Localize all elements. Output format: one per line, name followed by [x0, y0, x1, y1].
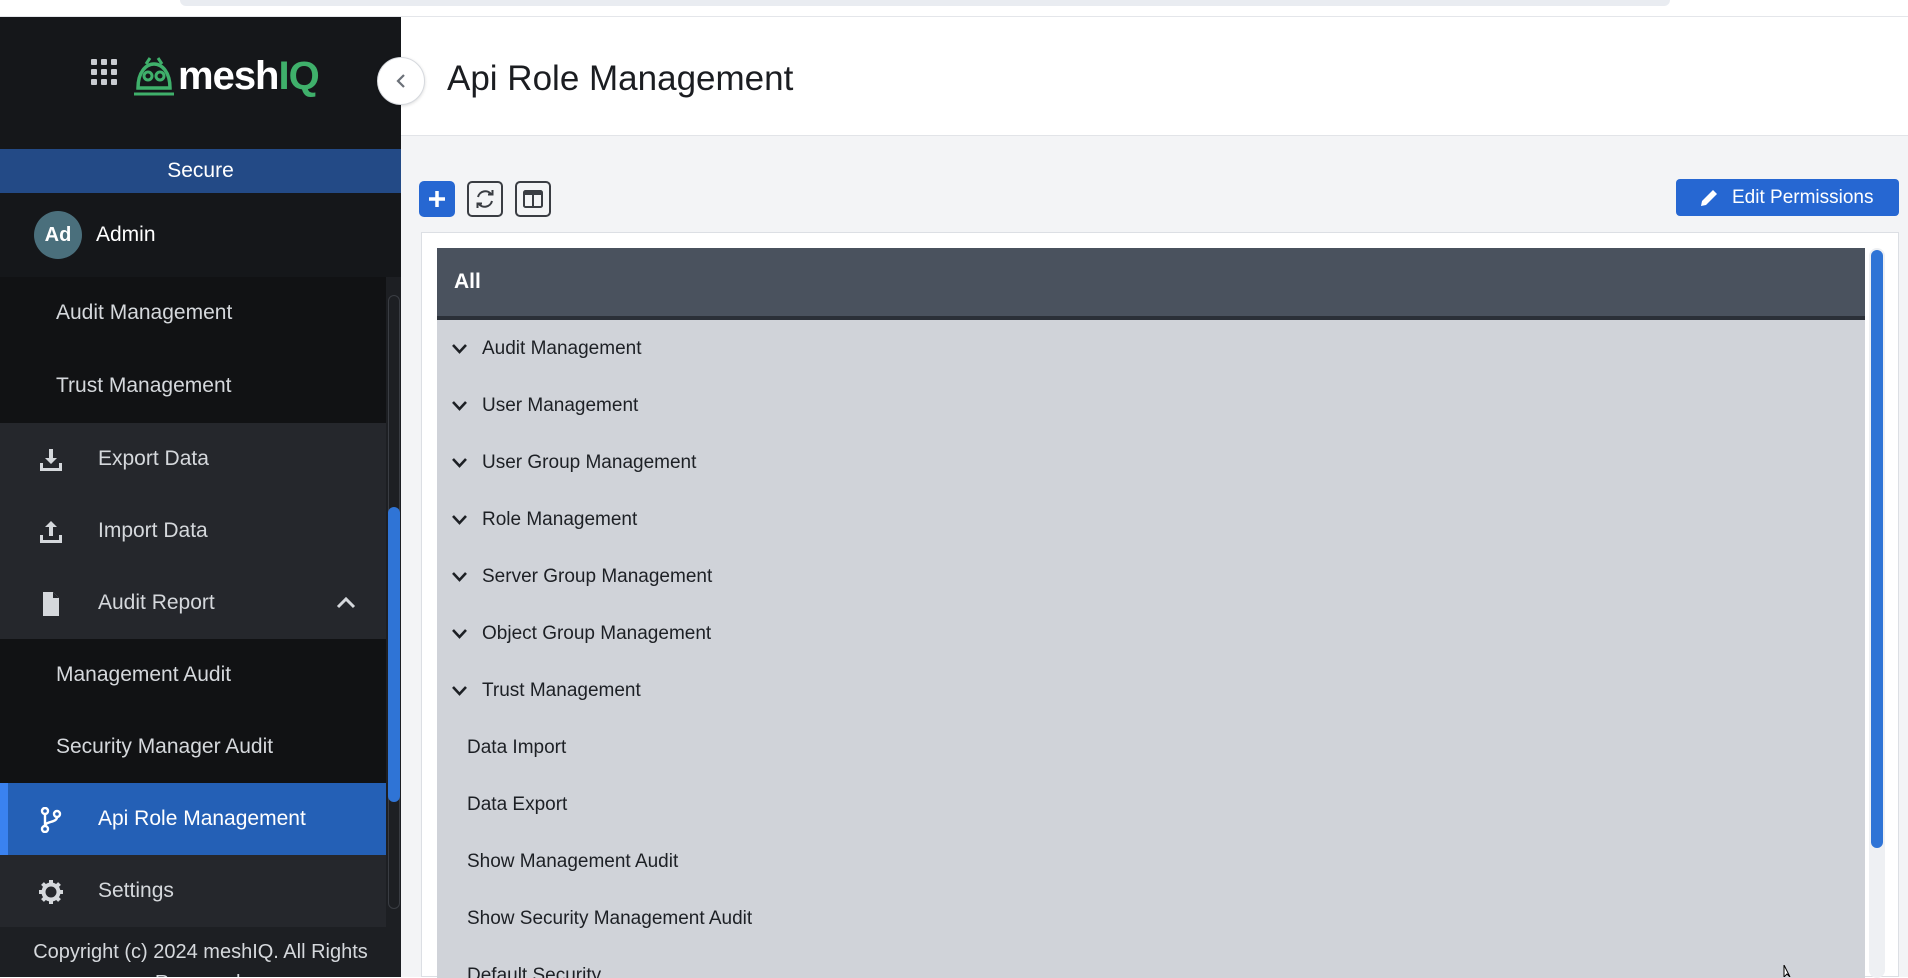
chevron-down-icon[interactable] — [451, 571, 468, 583]
tree-row-label: Role Management — [482, 509, 637, 531]
sidebar-item-security-manager-audit[interactable]: Security Manager Audit — [0, 711, 386, 783]
tree-row-label: Server Group Management — [482, 566, 712, 588]
sidebar-item-label: Security Manager Audit — [56, 735, 273, 759]
chevron-down-icon[interactable] — [451, 514, 468, 526]
permissions-tree: All Audit Management User Management Use… — [437, 248, 1865, 978]
sidebar-item-label: Import Data — [98, 519, 208, 543]
tree-scrollbar-thumb[interactable] — [1871, 250, 1883, 848]
chevron-down-icon[interactable] — [451, 685, 468, 697]
tree-group-audit-management[interactable]: Audit Management — [437, 320, 1865, 377]
sidebar-item-management-audit[interactable]: Management Audit — [0, 639, 386, 711]
tree-row-label: Audit Management — [482, 338, 642, 360]
permissions-panel: All Audit Management User Management Use… — [421, 232, 1899, 977]
add-button[interactable] — [419, 181, 455, 217]
tree-row-label: Data Export — [467, 794, 567, 816]
collapse-sidebar-button[interactable] — [377, 57, 425, 105]
tree-item-show-management-audit[interactable]: Show Management Audit — [437, 833, 1865, 890]
refresh-button[interactable] — [467, 181, 503, 217]
tree-group-trust-management[interactable]: Trust Management — [437, 662, 1865, 719]
address-bar-edge — [180, 0, 1670, 6]
tree-row-label: Object Group Management — [482, 623, 711, 645]
sidebar-item-api-role-management[interactable]: Api Role Management — [0, 783, 386, 855]
tree-row-label: User Management — [482, 395, 638, 417]
tree-item-show-security-management-audit[interactable]: Show Security Management Audit — [437, 890, 1865, 947]
chevron-down-icon[interactable] — [451, 457, 468, 469]
mouse-cursor-icon — [1783, 965, 1797, 977]
avatar: Ad — [34, 211, 82, 259]
browser-top-strip — [0, 0, 1908, 17]
user-name: Admin — [96, 223, 156, 247]
pencil-icon — [1698, 187, 1720, 209]
tree-row-label: Show Management Audit — [467, 851, 678, 873]
chevron-up-icon[interactable] — [336, 595, 356, 609]
download-icon — [38, 447, 64, 473]
upload-icon — [38, 519, 64, 545]
tree-item-data-export[interactable]: Data Export — [437, 776, 1865, 833]
sidebar-scrollbar-thumb[interactable] — [388, 507, 400, 802]
page-header: Api Role Management — [401, 17, 1908, 136]
sidebar-item-label: Trust Management — [56, 374, 231, 398]
plus-icon — [426, 188, 448, 210]
sidebar-item-label: Audit Report — [98, 591, 215, 615]
main-content: Api Role Management Edit Permissions All — [401, 17, 1908, 977]
tree-group-user-management[interactable]: User Management — [437, 377, 1865, 434]
tree-row-label: Default Security — [467, 965, 601, 978]
tree-item-default-security[interactable]: Default Security — [437, 947, 1865, 978]
tree-group-object-group-management[interactable]: Object Group Management — [437, 605, 1865, 662]
tree-group-server-group-management[interactable]: Server Group Management — [437, 548, 1865, 605]
sidebar-item-label: Management Audit — [56, 663, 231, 687]
sidebar-item-trust-management[interactable]: Trust Management — [0, 349, 386, 423]
branch-icon — [38, 807, 64, 833]
gear-icon — [38, 879, 64, 905]
edit-permissions-button[interactable]: Edit Permissions — [1676, 179, 1899, 216]
owl-logo-icon — [132, 54, 176, 98]
sidebar-item-settings[interactable]: Settings — [0, 855, 386, 927]
columns-icon — [522, 188, 544, 210]
sidebar-item-audit-management[interactable]: Audit Management — [0, 277, 386, 349]
app-grid-icon[interactable] — [91, 59, 117, 85]
sidebar-header: meshIQ — [0, 17, 401, 149]
tree-row-label: Data Import — [467, 737, 566, 759]
tree-group-role-management[interactable]: Role Management — [437, 491, 1865, 548]
chevron-left-icon — [393, 73, 409, 89]
tree-item-data-import[interactable]: Data Import — [437, 719, 1865, 776]
sidebar-item-label: Export Data — [98, 447, 209, 471]
tree-row-label: User Group Management — [482, 452, 696, 474]
user-profile[interactable]: Ad Admin — [0, 193, 401, 277]
sidebar-item-import-data[interactable]: Import Data — [0, 495, 386, 567]
tree-group-user-group-management[interactable]: User Group Management — [437, 434, 1865, 491]
sidebar-item-label: Api Role Management — [98, 807, 306, 831]
chevron-down-icon[interactable] — [451, 400, 468, 412]
chevron-down-icon[interactable] — [451, 628, 468, 640]
copyright-text: Copyright (c) 2024 meshIQ. All Rights Re… — [0, 937, 401, 977]
sidebar-item-audit-report[interactable]: Audit Report — [0, 567, 386, 639]
tree-header[interactable]: All — [437, 248, 1865, 320]
columns-button[interactable] — [515, 181, 551, 217]
chevron-down-icon[interactable] — [451, 343, 468, 355]
tree-row-label: Show Security Management Audit — [467, 908, 752, 930]
sidebar-menu: Audit Management Trust Management Export… — [0, 277, 386, 927]
refresh-icon — [474, 188, 496, 210]
section-title: Secure — [0, 149, 401, 193]
sidebar-item-label: Audit Management — [56, 301, 232, 325]
meshiq-logo[interactable]: meshIQ — [132, 51, 319, 101]
sidebar-item-label: Settings — [98, 879, 174, 903]
edit-permissions-label: Edit Permissions — [1732, 187, 1874, 209]
sidebar: meshIQ Secure Ad Admin Audit Management … — [0, 17, 401, 977]
logo-text: meshIQ — [178, 54, 319, 99]
sidebar-item-export-data[interactable]: Export Data — [0, 423, 386, 495]
tree-row-label: Trust Management — [482, 680, 641, 702]
page-title: Api Role Management — [447, 59, 793, 99]
file-icon — [38, 591, 64, 617]
